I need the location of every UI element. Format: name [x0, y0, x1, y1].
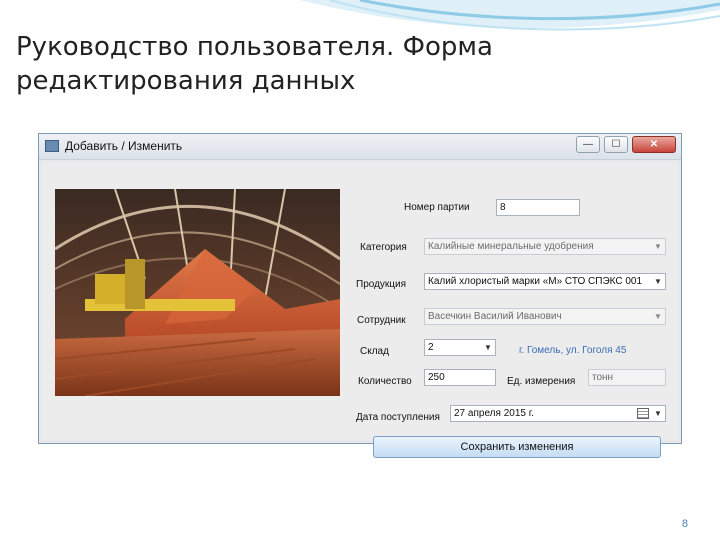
warehouse-address: г. Гомель, ул. Гоголя 45	[519, 345, 627, 356]
unit-input[interactable]: тонн	[588, 369, 666, 386]
category-select[interactable]: Калийные минеральные удобрения ▼	[424, 238, 666, 255]
batch-number-input[interactable]: 8	[496, 199, 580, 216]
category-value: Калийные минеральные удобрения	[428, 241, 594, 252]
quantity-input[interactable]: 250	[424, 369, 496, 386]
form-client-area: Номер партии 8 Категория Калийные минера…	[42, 162, 678, 458]
chevron-down-icon[interactable]: ▼	[651, 406, 665, 421]
page-number: 8	[681, 518, 688, 530]
quantity-label: Количество	[358, 376, 412, 387]
chevron-down-icon: ▼	[654, 312, 662, 321]
received-date-picker[interactable]: 27 апреля 2015 г. ▼	[450, 405, 666, 422]
window-titlebar[interactable]: Добавить / Изменить — ☐ ✕	[39, 134, 681, 160]
batch-number-label: Номер партии	[404, 202, 470, 213]
received-date-value: 27 апреля 2015 г.	[454, 408, 534, 419]
product-label: Продукция	[356, 279, 407, 290]
warehouse-photo	[55, 189, 340, 396]
employee-value: Васечкин Василий Иванович	[428, 311, 562, 322]
employee-select[interactable]: Васечкин Василий Иванович ▼	[424, 308, 666, 325]
employee-label: Сотрудник	[357, 315, 406, 326]
minimize-button[interactable]: —	[576, 136, 600, 153]
warehouse-value: 2	[428, 342, 434, 353]
unit-label: Ед. измерения	[507, 376, 576, 387]
window-title: Добавить / Изменить	[65, 139, 183, 153]
received-date-label: Дата поступления	[356, 412, 440, 423]
calendar-icon[interactable]	[637, 408, 649, 419]
warehouse-select[interactable]: 2 ▼	[424, 339, 496, 356]
edit-form-window: Добавить / Изменить — ☐ ✕ Номер партии 8…	[38, 133, 682, 458]
product-select[interactable]: Калий хлористый марки «М» СТО СПЭКС 001 …	[424, 273, 666, 290]
maximize-button[interactable]: ☐	[604, 136, 628, 153]
chevron-down-icon: ▼	[484, 343, 492, 352]
app-icon	[45, 140, 59, 152]
chevron-down-icon: ▼	[654, 242, 662, 251]
save-changes-button[interactable]: Сохранить изменения	[373, 436, 661, 458]
category-label: Категория	[360, 242, 407, 253]
close-button[interactable]: ✕	[632, 136, 676, 153]
product-value: Калий хлористый марки «М» СТО СПЭКС 001	[428, 276, 643, 287]
slide-title: Руководство пользователя. Форма редактир…	[16, 32, 493, 96]
warehouse-label: Склад	[360, 346, 389, 357]
chevron-down-icon: ▼	[654, 277, 662, 286]
